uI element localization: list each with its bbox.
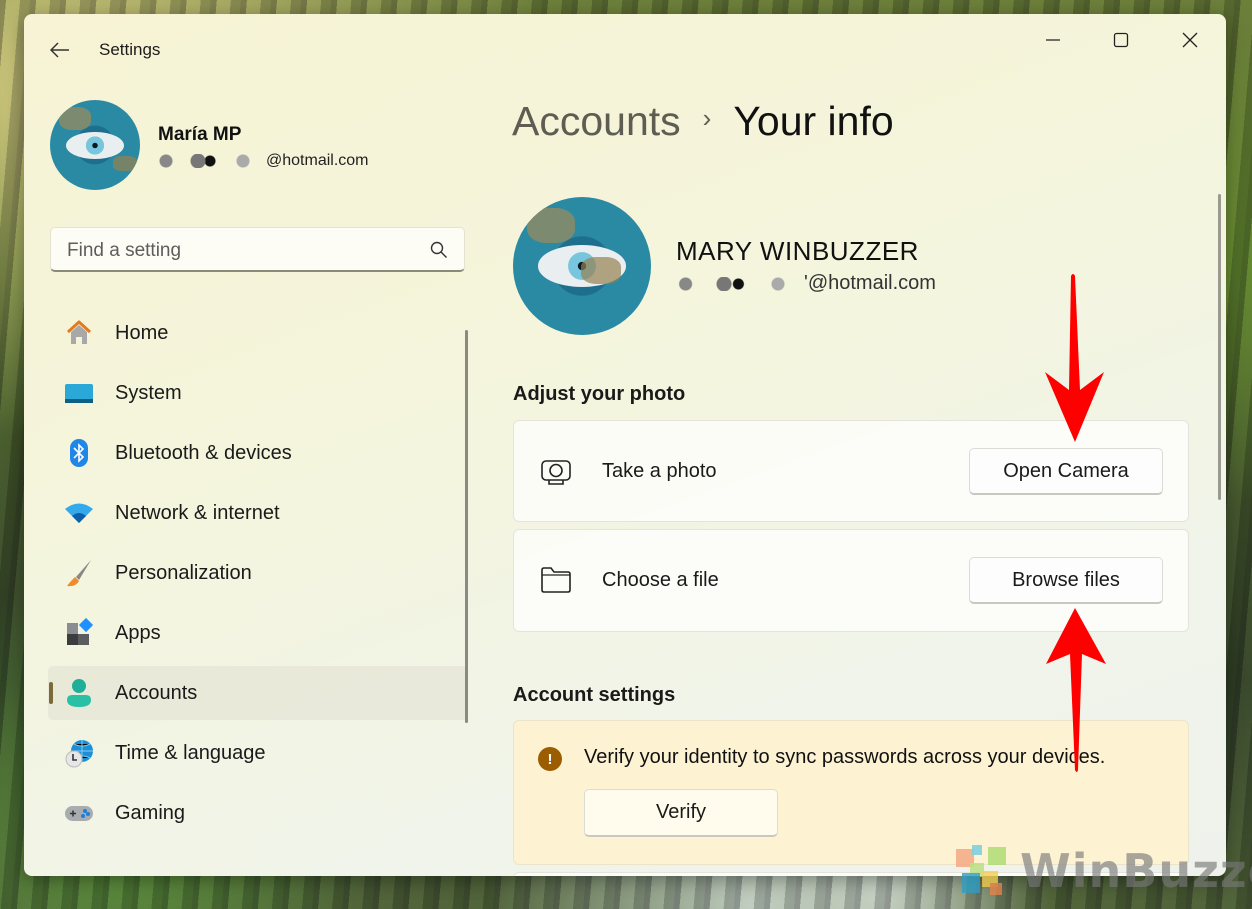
take-photo-row: Take a photo Open Camera [513, 420, 1189, 522]
user-email-domain: '@hotmail.com [804, 272, 936, 294]
profile-email-domain: @hotmail.com [266, 152, 369, 169]
sidebar-item-label: System [115, 381, 182, 404]
sidebar-item-label: Network & internet [115, 501, 280, 524]
sidebar-item-label: Gaming [115, 801, 186, 824]
breadcrumb: Accounts › Your info [512, 98, 894, 145]
warning-icon: ! [538, 747, 562, 771]
accounts-icon [64, 678, 94, 708]
verify-button[interactable]: Verify [584, 789, 778, 837]
apps-icon [64, 618, 94, 648]
time-language-icon [64, 738, 94, 768]
sidebar-item-bluetooth[interactable]: Bluetooth & devices [48, 426, 468, 480]
back-arrow-icon [50, 42, 69, 58]
maximize-icon [1113, 32, 1129, 48]
profile-name: María MP [158, 124, 242, 145]
sidebar-item-label: Accounts [115, 681, 198, 704]
sidebar-item-home[interactable]: Home [48, 306, 468, 360]
user-email: '@hotmail.com [676, 272, 936, 295]
page-title: Your info [733, 98, 894, 144]
minimize-button[interactable] [1030, 24, 1076, 56]
sidebar-item-label: Apps [115, 621, 161, 644]
sidebar-item-system[interactable]: System [48, 366, 468, 420]
brush-icon [64, 558, 94, 588]
folder-icon [540, 566, 572, 599]
sidebar-item-label: Personalization [115, 561, 252, 584]
winbuzzer-watermark: WinBuzzer [950, 843, 1252, 899]
home-icon [64, 318, 94, 348]
browse-files-button[interactable]: Browse files [969, 557, 1163, 604]
title-bar: Settings [24, 14, 1226, 74]
sidebar-item-accounts[interactable]: Accounts [48, 666, 468, 720]
choose-file-label: Choose a file [602, 569, 719, 591]
account-settings-heading: Account settings [513, 684, 676, 706]
sidebar-item-gaming[interactable]: Gaming [48, 786, 468, 840]
profile-email: @hotmail.com [158, 152, 369, 170]
take-photo-label: Take a photo [602, 460, 717, 482]
sidebar-nav: Home System Bluetooth & devices Network … [48, 306, 468, 846]
bluetooth-icon [64, 438, 94, 468]
open-camera-button[interactable]: Open Camera [969, 448, 1163, 495]
app-title: Settings [99, 40, 161, 59]
sidebar-item-time-language[interactable]: Time & language [48, 726, 468, 780]
user-name: MARY WINBUZZER [676, 236, 919, 266]
user-photo [513, 197, 651, 335]
back-button[interactable] [46, 36, 74, 64]
settings-window: Settings María MP @hotmail.com Home [24, 14, 1226, 876]
sidebar-scrollbar[interactable] [465, 330, 468, 723]
breadcrumb-parent[interactable]: Accounts [512, 98, 681, 144]
choose-file-row: Choose a file Browse files [513, 529, 1189, 632]
sidebar-item-label: Time & language [115, 741, 266, 764]
sidebar-item-label: Home [115, 321, 169, 344]
redacted-email-prefix [158, 153, 258, 168]
sidebar-item-label: Bluetooth & devices [115, 441, 292, 464]
sidebar-item-personalization[interactable]: Personalization [48, 546, 468, 600]
close-button[interactable] [1167, 24, 1213, 56]
wifi-icon [64, 498, 94, 528]
search-box [50, 227, 465, 273]
adjust-photo-heading: Adjust your photo [513, 383, 686, 405]
sidebar-item-network[interactable]: Network & internet [48, 486, 468, 540]
system-icon [64, 378, 94, 408]
close-icon [1182, 32, 1198, 48]
search-input[interactable] [65, 228, 429, 273]
sidebar-item-apps[interactable]: Apps [48, 606, 468, 660]
gaming-icon [64, 798, 94, 828]
minimize-icon [1046, 39, 1060, 41]
main-scrollbar[interactable] [1218, 194, 1221, 500]
breadcrumb-chevron-icon: › [702, 103, 712, 133]
redacted-email-prefix [676, 276, 796, 291]
watermark-text: WinBuzzer [1020, 844, 1252, 898]
maximize-button[interactable] [1098, 24, 1144, 56]
verify-identity-message: Verify your identity to sync passwords a… [584, 746, 1106, 768]
camera-icon [540, 459, 572, 492]
avatar [50, 100, 140, 190]
winbuzzer-logo-icon [956, 845, 1006, 895]
search-icon[interactable] [430, 241, 448, 259]
